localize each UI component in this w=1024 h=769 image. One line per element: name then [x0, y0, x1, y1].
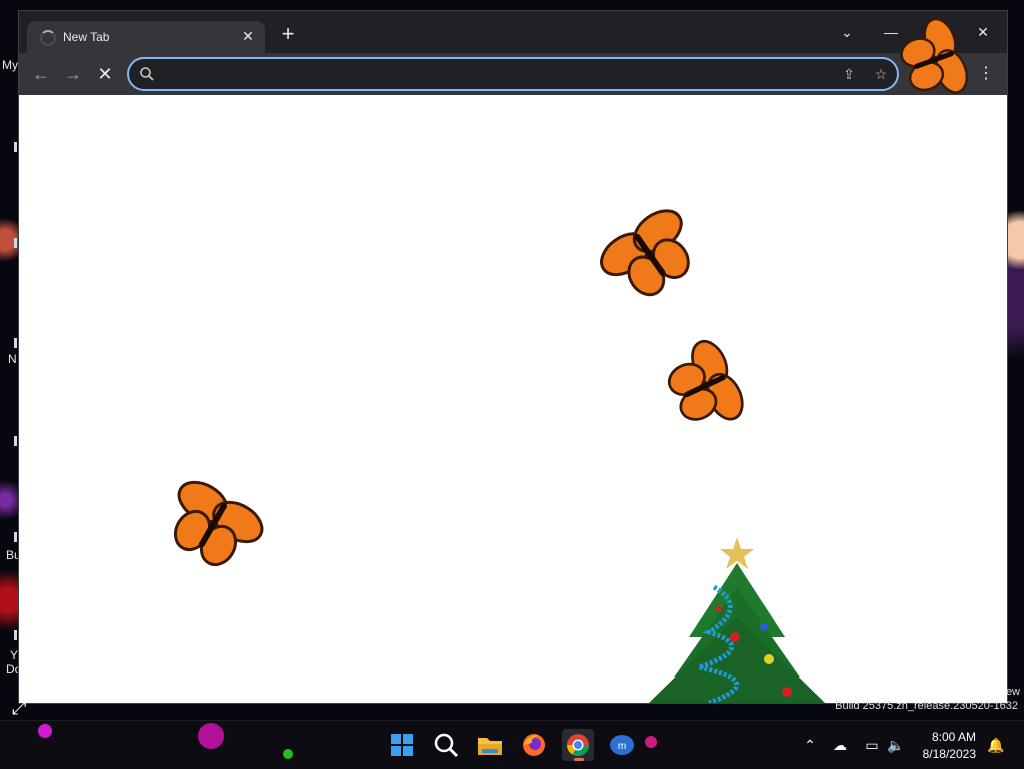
desktop-icon-label[interactable]: Y: [10, 648, 18, 662]
sparkle-decoration: [283, 749, 293, 759]
sparkle-decoration: [645, 736, 657, 748]
watermark-build: Build 25375.zn_release.230520-1632: [835, 700, 1018, 712]
butterfly-decoration: [667, 339, 744, 421]
desktop-icon-label[interactable]: N: [8, 352, 17, 366]
cloud-offline-icon[interactable]: ☁: [830, 735, 850, 755]
desktop-icon-fragment: [14, 238, 17, 248]
file-explorer-icon[interactable]: [474, 729, 506, 761]
address-bar[interactable]: ⇪ ☆: [127, 57, 899, 91]
clock-date[interactable]: 8/18/2023: [923, 747, 976, 761]
clock-time[interactable]: 8:00 AM: [932, 730, 976, 744]
arrow-right-icon[interactable]: →: [61, 62, 85, 86]
firefox-icon[interactable]: [518, 729, 550, 761]
stop-icon[interactable]: ✕: [93, 62, 117, 86]
title-bar: New Tab ✕ + ⌄ — ▢ ✕: [19, 11, 1007, 53]
taskbar: m ⌃ ☁ ▭ 🔈 8:00 AM 8/18/2023 🔔: [0, 720, 1024, 769]
toolbar: ← → ✕ ⇪ ☆ ● ⋮: [19, 53, 1007, 95]
christmas-tree-decoration: [649, 537, 825, 703]
watermark-text: ew: [1005, 686, 1020, 698]
desktop-icon-fragment: [14, 338, 17, 348]
start-icon[interactable]: [386, 729, 418, 761]
page-content[interactable]: [19, 95, 1007, 703]
chevron-up-icon[interactable]: ⌃: [800, 735, 820, 755]
chrome-taskbar-button[interactable]: [562, 729, 594, 761]
search-icon: [140, 67, 154, 81]
tab-new-tab[interactable]: New Tab ✕: [27, 21, 265, 53]
desktop-icon-label[interactable]: My: [2, 58, 18, 72]
desktop-icon-fragment: [14, 436, 17, 446]
arrow-left-icon[interactable]: ←: [29, 62, 53, 86]
desktop-icon-fragment: [14, 142, 17, 152]
sparkle-decoration: [198, 723, 224, 749]
plus-icon[interactable]: +: [277, 23, 299, 45]
butterfly-decoration: [900, 17, 969, 94]
search-icon[interactable]: [430, 729, 462, 761]
network-icon[interactable]: ▭: [862, 735, 882, 755]
volume-icon[interactable]: 🔈: [886, 735, 906, 755]
svg-text:m: m: [618, 741, 626, 752]
chrome-icon: [567, 734, 589, 756]
desktop-icon-fragment: [14, 532, 17, 542]
desktop-icon-fragment: [14, 630, 17, 640]
active-indicator: [574, 758, 584, 761]
expand-icon[interactable]: ⤢: [12, 698, 32, 718]
share-icon[interactable]: ⇪: [839, 64, 859, 84]
sparkle-decoration: [38, 724, 52, 738]
browser-window: New Tab ✕ + ⌄ — ▢ ✕ ← → ✕ ⇪ ☆ ● ⋮: [18, 10, 1008, 704]
tab-title: New Tab: [63, 30, 110, 44]
app-icon[interactable]: m: [606, 729, 638, 761]
notification-icon[interactable]: 🔔: [986, 735, 1006, 755]
butterfly-decoration: [600, 209, 690, 297]
address-input[interactable]: [163, 63, 827, 87]
close-icon[interactable]: ✕: [239, 27, 257, 45]
butterfly-decoration: [173, 480, 264, 567]
loading-spinner-icon: [40, 30, 56, 46]
chevron-down-icon[interactable]: ⌄: [825, 17, 869, 47]
